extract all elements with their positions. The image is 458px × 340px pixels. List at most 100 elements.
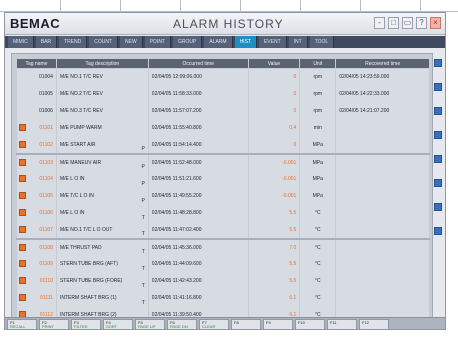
table-row[interactable]: 01005 M/E NO.2 T/C REV 02/04/05 11:58:33.0… [16, 85, 430, 103]
occurred-time-cell: 02/04/05 12:09:06.000 [147, 68, 249, 86]
col-header-description[interactable]: Tag description [55, 58, 149, 69]
value-cell: -0.001 [247, 152, 301, 171]
description-cell: M/E THRUST PAD T [55, 237, 149, 256]
tab-count[interactable]: COUNT [89, 36, 119, 48]
tag-name: 01109 [39, 261, 53, 267]
function-key-f11[interactable]: F11 [327, 319, 357, 329]
side-button-7[interactable] [434, 203, 442, 211]
maximize-button[interactable]: ▭ [402, 17, 413, 29]
table-row[interactable]: 01101 M/E PUMP WARM 02/04/05 11:55:40.800 0… [16, 119, 430, 137]
table-row[interactable]: 01108 M/E THRUST PAD T 02/04/05 11:45:36.00… [16, 237, 430, 256]
function-key-f12[interactable]: F12 [359, 319, 389, 329]
alarm-icon [19, 293, 26, 301]
tab-bar[interactable]: BAR [35, 36, 58, 48]
table-row[interactable]: 01110 STERN TUBE BRG (FORE) T 02/04/05 11:4… [16, 272, 430, 290]
function-key-f8[interactable]: F8 [231, 319, 261, 329]
description-cell: STERN TUBE BRG (FORE) T [55, 272, 149, 290]
function-key-f4[interactable]: F4 SORT [103, 319, 133, 329]
occurred-time-cell: 02/04/05 11:54:14.400 [147, 136, 249, 154]
function-key-f3[interactable]: F3 FILTER [71, 319, 101, 329]
recovered-time-cell [335, 237, 430, 256]
tag-cell: 01109 [16, 255, 57, 273]
description-cell: M/E MANEUV AIR P [55, 152, 149, 171]
function-key-f7[interactable]: F7 CLEAR [199, 319, 229, 329]
unit-cell: MPa [299, 170, 337, 188]
occurred-time-cell: 02/04/05 11:57:07.200 [147, 102, 249, 120]
tab-int[interactable]: INT [288, 36, 308, 48]
table-row[interactable]: 01004 M/E NO.1 T/C REV 02/04/05 12:09:06.0… [16, 68, 430, 86]
tab-point[interactable]: POINT [144, 36, 171, 48]
side-button-6[interactable] [434, 179, 442, 187]
function-key-bar: F1 RECALL F2 PRINT F3 FILTER F4 SORT F5 PAGE UP F6… [5, 317, 445, 329]
table-row[interactable]: 01106 M/E L O IN T 02/04/05 11:48:28.800 5.5… [16, 204, 430, 222]
side-button-2[interactable] [434, 83, 442, 91]
side-button-4[interactable] [434, 131, 442, 139]
tab-hist[interactable]: HIST [234, 36, 257, 48]
table-row[interactable]: 01107 M/E NO.1 T/C L O OUT T 02/04/05 11:47… [16, 221, 430, 239]
side-button-1[interactable] [434, 59, 442, 67]
occurred-time-cell: 02/04/05 11:49:55.200 [147, 187, 249, 205]
tab-new[interactable]: NEW [120, 36, 143, 48]
minimize-button[interactable]: - [374, 17, 385, 29]
recovered-time-cell [335, 170, 430, 188]
unit-cell: MPa [299, 187, 337, 205]
function-key-f5[interactable]: F5 PAGE UP [135, 319, 165, 329]
value-cell: 0 [247, 85, 301, 103]
table-row[interactable]: 01103 M/E MANEUV AIR P 02/04/05 11:52:48.00… [16, 152, 430, 171]
function-key-f9[interactable]: F9 [263, 319, 293, 329]
close-button[interactable]: × [430, 17, 441, 29]
occurred-time-cell: 02/04/05 11:45:36.000 [147, 237, 249, 256]
alarm-icon [19, 123, 26, 131]
occurred-time-cell: 02/04/05 11:58:33.000 [147, 85, 249, 103]
function-key-label: CLEAR [202, 324, 216, 329]
side-button-3[interactable] [434, 107, 442, 115]
occurred-time-cell: 02/04/05 11:42:43.200 [147, 272, 249, 290]
function-key-id: F11 [330, 320, 337, 325]
window-title: ALARM HISTORY [173, 17, 284, 31]
unit-cell: MPa [299, 152, 337, 171]
unit-cell: MPa [299, 136, 337, 154]
restore-button[interactable]: □ [388, 17, 399, 29]
col-header-value[interactable]: Value [247, 58, 301, 69]
side-button-8[interactable] [434, 227, 442, 235]
description-cell: M/E NO.2 T/C REV [55, 85, 149, 103]
tag-cell: 01101 [16, 119, 57, 137]
function-key-f1[interactable]: F1 RECALL [7, 319, 37, 329]
value-cell: 6.1 [247, 289, 301, 307]
tab-mimic[interactable]: MIMIC [8, 36, 34, 48]
table-row[interactable]: 01109 STERN TUBE BRG (AFT) T 02/04/05 11:44… [16, 255, 430, 273]
function-key-f2[interactable]: F2 PRINT [39, 319, 69, 329]
tag-name: 01102 [39, 141, 53, 148]
function-key-f6[interactable]: F6 PAGE DN [167, 319, 197, 329]
function-key-label: PAGE DN [170, 324, 188, 329]
tab-event[interactable]: EVENT [258, 36, 287, 48]
col-header-recovered[interactable]: Recovered time [335, 58, 430, 69]
status-bar [0, 330, 458, 340]
tag-name: 01106 [39, 210, 53, 216]
col-header-tag[interactable]: Tag name [16, 58, 57, 69]
unit-cell: °C [299, 272, 337, 290]
table-row[interactable]: 01104 M/E L O IN P 02/04/05 11:51:21.600 -0.… [16, 170, 430, 188]
col-header-unit[interactable]: Unit [299, 58, 337, 69]
value-cell: 0 [247, 102, 301, 120]
tab-group[interactable]: GROUP [172, 36, 203, 48]
measure-type: P [141, 163, 145, 170]
function-key-f10[interactable]: F10 [295, 319, 325, 329]
table-row[interactable]: 01102 M/E START AIR P 02/04/05 11:54:14.400… [16, 136, 430, 154]
occurred-time-cell: 02/04/05 11:55:40.800 [147, 119, 249, 137]
tag-description: M/E T/C L O IN [59, 193, 94, 199]
unit-cell: min [299, 119, 337, 137]
table-row[interactable]: 01006 M/E NO.3 T/C REV 02/04/05 11:57:07.2… [16, 102, 430, 120]
tag-name: 01111 [40, 295, 53, 301]
value-cell: 0 [247, 68, 301, 86]
tab-trend[interactable]: TREND [59, 36, 88, 48]
top-grid [0, 0, 458, 12]
tab-tool[interactable]: TOOL [309, 36, 335, 48]
side-button-5[interactable] [434, 155, 442, 163]
tag-cell: 01005 [16, 85, 57, 103]
table-row[interactable]: 01105 M/E T/C L O IN P 02/04/05 11:49:55.20… [16, 187, 430, 205]
col-header-occurred[interactable]: Occurred time [147, 58, 249, 69]
help-button[interactable]: ? [416, 17, 427, 29]
tab-alarm[interactable]: ALARM [204, 36, 233, 48]
table-row[interactable]: 01111 INTERM SHAFT BRG (1) T 02/04/05 11:41… [16, 289, 430, 307]
